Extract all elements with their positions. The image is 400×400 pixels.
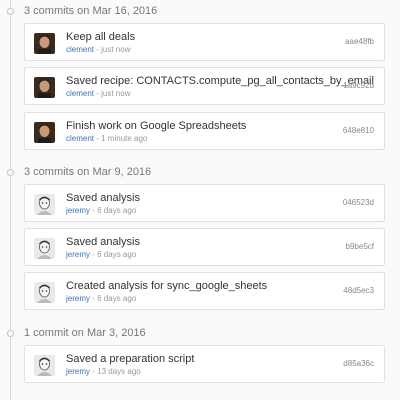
commit-row[interactable]: Saved analysis jeremy - 6 days ago 04652… [24, 184, 385, 222]
commit-message[interactable]: Saved analysis [66, 236, 140, 249]
commit-message[interactable]: Saved recipe: CONTACTS.compute_pg_all_co… [66, 75, 374, 88]
commit-sha[interactable]: 046523d [343, 198, 374, 208]
commit-message[interactable]: Finish work on Google Spreadsheets [66, 120, 246, 133]
author-link[interactable]: clement [66, 134, 94, 143]
clement-avatar-icon[interactable] [34, 122, 55, 143]
author-link[interactable]: jeremy [66, 206, 90, 215]
commit-message[interactable]: Saved a preparation script [66, 353, 194, 366]
group-title: 1 commit on Mar 3, 2016 [24, 327, 146, 339]
group-header: 3 commits on Mar 16, 2016 [0, 4, 380, 20]
commit-sha[interactable]: 48d5ec3 [343, 286, 374, 296]
author-link[interactable]: clement [66, 45, 94, 54]
author-link[interactable]: jeremy [66, 367, 90, 376]
commit-time: 1 minute ago [101, 134, 148, 143]
commit-sha[interactable]: 648e810 [343, 126, 374, 136]
commit-time: just now [101, 45, 131, 54]
commit-time: 6 days ago [97, 206, 137, 215]
commit-meta: clement - just now [66, 45, 130, 55]
commit-sha[interactable]: d85a36c [343, 359, 374, 369]
group-title: 3 commits on Mar 16, 2016 [24, 5, 158, 17]
commit-time: 6 days ago [97, 294, 137, 303]
commit-message[interactable]: Created analysis for sync_google_sheets [66, 280, 267, 293]
jeremy-avatar-icon[interactable] [34, 355, 55, 376]
commit-message[interactable]: Keep all deals [66, 31, 135, 44]
clement-avatar-icon[interactable] [34, 77, 55, 98]
commit-row[interactable]: Created analysis for sync_google_sheets … [24, 272, 385, 310]
clement-avatar-icon[interactable] [34, 33, 55, 54]
commit-row[interactable]: Finish work on Google Spreadsheets cleme… [24, 112, 385, 150]
commit-row[interactable]: Saved analysis jeremy - 6 days ago b9be5… [24, 228, 385, 266]
group-header: 3 commits on Mar 9, 2016 [0, 165, 380, 181]
commit-meta: jeremy - 6 days ago [66, 206, 136, 216]
commit-row[interactable]: Saved recipe: CONTACTS.compute_pg_all_co… [24, 67, 385, 105]
commit-time: 6 days ago [97, 250, 137, 259]
commit-time: just now [101, 89, 131, 98]
commit-row[interactable]: Saved a preparation script jeremy - 13 d… [24, 345, 385, 383]
commit-sha[interactable]: b9be5cf [346, 242, 374, 252]
commit-time: 13 days ago [97, 367, 141, 376]
group-title: 3 commits on Mar 9, 2016 [24, 166, 152, 178]
commit-meta: clement - 1 minute ago [66, 134, 147, 144]
timeline-dot-icon [7, 169, 14, 176]
commit-meta: jeremy - 13 days ago [66, 367, 141, 377]
jeremy-avatar-icon[interactable] [34, 238, 55, 259]
author-link[interactable]: jeremy [66, 294, 90, 303]
commit-meta: jeremy - 6 days ago [66, 294, 136, 304]
commit-meta: jeremy - 6 days ago [66, 250, 136, 260]
jeremy-avatar-icon[interactable] [34, 282, 55, 303]
commit-sha[interactable]: 1a9c92d [343, 81, 374, 91]
commit-meta: clement - just now [66, 89, 130, 99]
commit-message[interactable]: Saved analysis [66, 192, 140, 205]
author-link[interactable]: clement [66, 89, 94, 98]
group-header: 1 commit on Mar 3, 2016 [0, 326, 380, 342]
jeremy-avatar-icon[interactable] [34, 194, 55, 215]
author-link[interactable]: jeremy [66, 250, 90, 259]
commit-sha[interactable]: aae48fb [345, 37, 374, 47]
timeline-dot-icon [7, 330, 14, 337]
commit-row[interactable]: Keep all deals clement - just now aae48f… [24, 23, 385, 61]
timeline-dot-icon [7, 8, 14, 15]
